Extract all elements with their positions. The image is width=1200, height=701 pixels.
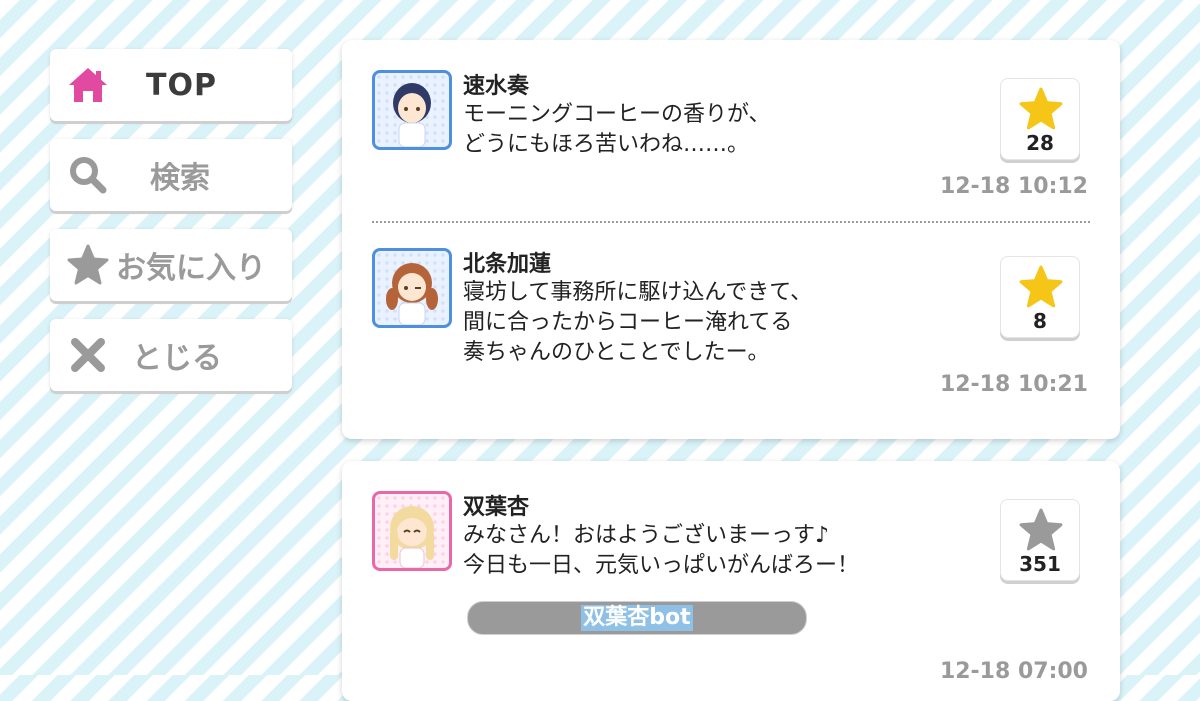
post-author: 双葉杏 [463,495,530,520]
post-text: 寝坊して事務所に駆け込んできて、 間に合ったからコーヒー淹れてる 奏ちゃんのひと… [463,280,813,365]
like-button[interactable]: 351 [1000,499,1080,581]
star-icon [1019,87,1063,130]
like-button[interactable]: 8 [1000,256,1080,338]
nav-favorites-button[interactable]: お気に入り [50,229,292,301]
like-count: 351 [1019,552,1061,576]
nav-top-label: TOP [146,67,217,103]
search-icon [66,153,110,197]
star-icon [66,243,110,287]
post-timestamp: 12-18 10:12 [939,174,1088,199]
feed-post: 北条加蓮 寝坊して事務所に駆け込んできて、 間に合ったからコーヒー淹れてる 奏ち… [342,218,1120,397]
post-text: モーニングコーヒーの香りが、 どうにもほろ苦いわね……。 [463,102,771,157]
nav-search-label: 検索 [150,161,210,196]
feed-post: 速水奏 モーニングコーヒーの香りが、 どうにもほろ苦いわね……。 28 12-1… [342,40,1120,210]
star-icon [1019,508,1063,551]
post-text: みなさん！おはようございまーっす♪ 今日も一日、元気いっぱいがんばろー！ [463,523,860,578]
post-author: 北条加蓮 [463,252,552,277]
post-author: 速水奏 [463,74,530,99]
post-timestamp: 12-18 10:21 [939,372,1088,397]
home-icon [66,63,110,107]
post-timestamp: 12-18 07:00 [939,659,1088,684]
avatar[interactable] [372,491,452,571]
bot-tag[interactable]: 双葉杏bot [467,601,807,635]
like-count: 8 [1033,309,1047,333]
close-icon [66,333,110,377]
nav-top-button[interactable]: TOP [50,49,292,121]
feed-post: 双葉杏 みなさん！おはようございまーっす♪ 今日も一日、元気いっぱいがんばろー！… [342,461,1120,684]
nav-favorites-label: お気に入り [116,251,266,286]
avatar[interactable] [372,248,452,328]
like-button[interactable]: 28 [1000,78,1080,160]
star-icon [1019,265,1063,308]
nav-search-button[interactable]: 検索 [50,139,292,211]
bot-tag-label: 双葉杏bot [581,605,693,631]
avatar[interactable] [372,70,452,150]
feed-card: 双葉杏 みなさん！おはようございまーっす♪ 今日も一日、元気いっぱいがんばろー！… [342,461,1120,701]
like-count: 28 [1026,131,1054,155]
nav-close-label: とじる [132,341,222,376]
nav-close-button[interactable]: とじる [50,319,292,391]
feed-card: 速水奏 モーニングコーヒーの香りが、 どうにもほろ苦いわね……。 28 12-1… [342,40,1120,439]
